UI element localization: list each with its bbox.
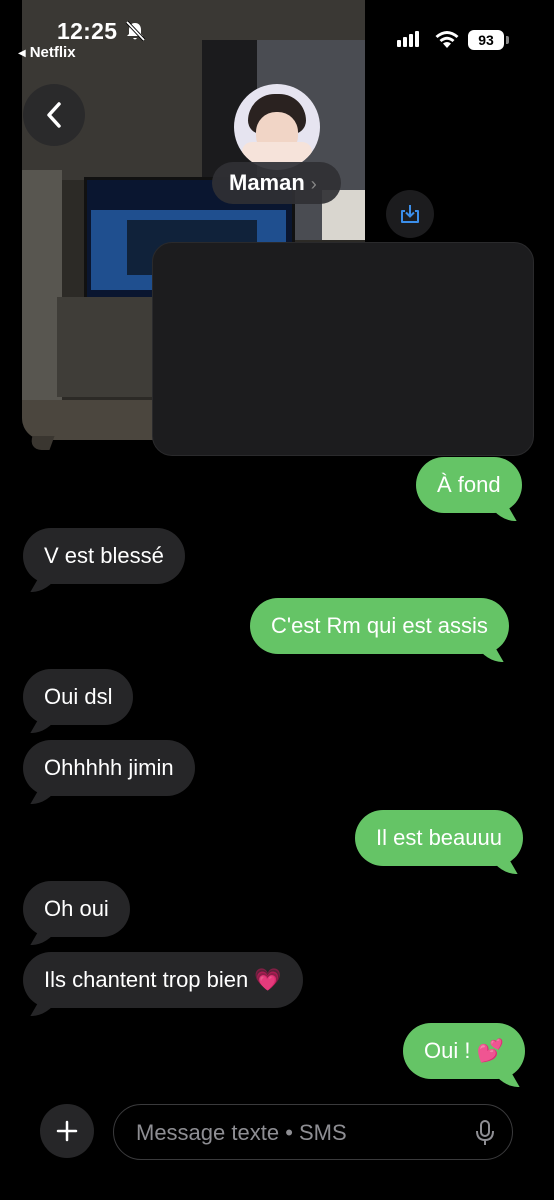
avatar-hands <box>242 142 312 162</box>
plus-icon <box>56 1120 78 1142</box>
add-attachment-button[interactable] <box>40 1104 94 1158</box>
contact-name: Maman <box>229 170 305 195</box>
wifi-icon <box>435 31 459 48</box>
message-bubble-incoming[interactable]: Ils chantent trop bien 💗 <box>23 952 303 1008</box>
message-bubble-incoming[interactable]: V est blessé <box>23 528 185 584</box>
message-bubble-outgoing[interactable]: C'est Rm qui est assis <box>250 598 509 654</box>
message-field[interactable] <box>113 1104 513 1160</box>
back-button[interactable] <box>23 84 85 146</box>
composer-bar <box>0 1096 554 1200</box>
message-bubble-outgoing[interactable]: Oui ! 💕 <box>403 1023 525 1079</box>
save-attachment-button[interactable] <box>386 190 434 238</box>
redacted-attachment[interactable] <box>152 242 534 456</box>
battery-icon: 93 <box>468 30 504 50</box>
message-bubble-outgoing[interactable]: À fond <box>416 457 522 513</box>
bell-slash-icon <box>125 20 146 42</box>
photo-bubble-tail <box>27 436 55 450</box>
back-chevron-icon <box>47 102 61 128</box>
back-triangle-icon: ◀ <box>18 48 26 59</box>
back-app-label: Netflix <box>29 44 76 61</box>
contact-avatar[interactable] <box>234 84 320 170</box>
chevron-right-icon: › <box>310 174 317 194</box>
contact-name-button[interactable]: Maman › <box>212 162 341 204</box>
message-input[interactable] <box>134 1105 458 1160</box>
status-bar: 12:25 ◀ Netflix 93 <box>0 0 554 70</box>
status-time: 12:25 <box>57 18 118 44</box>
back-to-app-link[interactable]: ◀ Netflix <box>18 44 76 61</box>
message-bubble-incoming[interactable]: Oui dsl <box>23 669 134 725</box>
message-bubble-incoming[interactable]: Oh oui <box>23 881 130 937</box>
message-bubble-incoming[interactable]: Ohhhhh jimin <box>23 740 195 796</box>
battery-tip <box>506 36 509 44</box>
message-bubble-outgoing[interactable]: Il est beauuu <box>355 810 523 866</box>
save-to-device-icon <box>401 205 419 223</box>
microphone-icon[interactable] <box>474 1119 496 1147</box>
photo-wall <box>22 170 62 400</box>
